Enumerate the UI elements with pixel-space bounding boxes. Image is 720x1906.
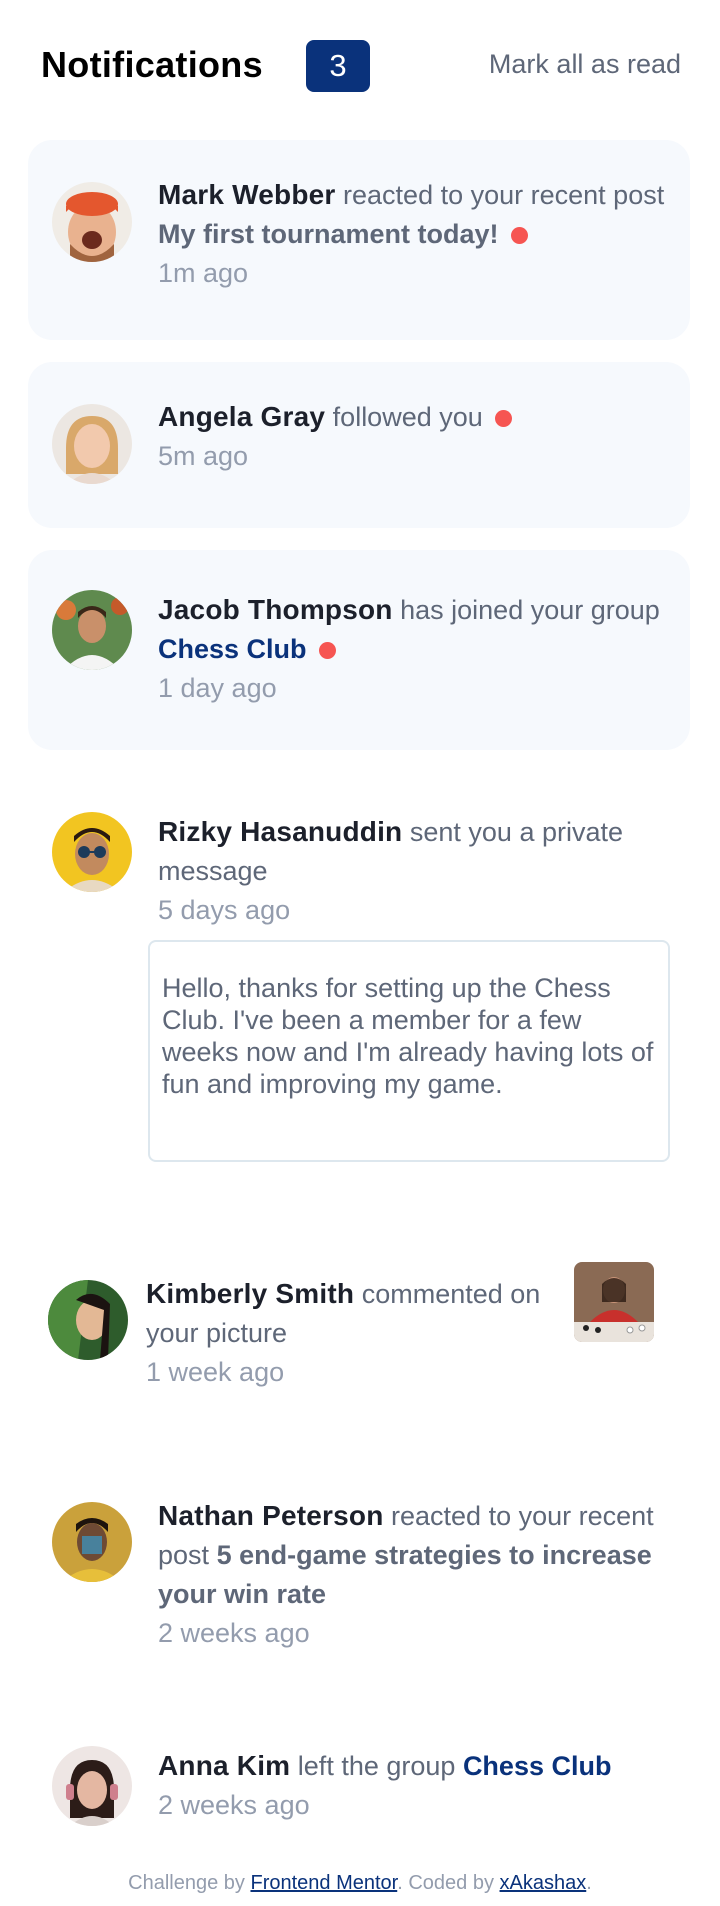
user-name-link[interactable]: Mark Webber xyxy=(158,179,336,210)
post-link[interactable]: 5 end-game strategies to increase your w… xyxy=(158,1540,652,1609)
notification-text: Jacob Thompson has joined your group Che… xyxy=(158,590,668,708)
author-link[interactable]: xAkashax xyxy=(500,1872,587,1894)
user-name-link[interactable]: Anna Kim xyxy=(158,1750,290,1781)
notification-item[interactable]: Anna Kim left the group Chess Club 2 wee… xyxy=(28,1720,690,1860)
action-text: followed you xyxy=(332,402,483,432)
timestamp: 2 weeks ago xyxy=(158,1618,310,1648)
notification-text: Nathan Peterson reacted to your recent p… xyxy=(158,1496,678,1653)
user-name-link[interactable]: Kimberly Smith xyxy=(146,1278,354,1309)
attribution-footer: Challenge by Frontend Mentor. Coded by x… xyxy=(0,1872,720,1895)
avatar-icon xyxy=(48,1280,128,1360)
footer-suffix: . xyxy=(586,1872,592,1894)
mark-all-read-button[interactable]: Mark all as read xyxy=(489,49,681,80)
unread-dot-icon xyxy=(494,410,512,428)
user-name-link[interactable]: Rizky Hasanuddin xyxy=(158,816,402,847)
avatar-icon xyxy=(52,812,132,892)
timestamp: 1 week ago xyxy=(146,1357,285,1387)
footer-middle: . Coded by xyxy=(397,1872,494,1894)
timestamp: 5m ago xyxy=(158,441,249,471)
timestamp: 5 days ago xyxy=(158,895,291,925)
notification-item[interactable]: Mark Webber reacted to your recent post … xyxy=(28,140,690,340)
group-link[interactable]: Chess Club xyxy=(158,634,307,664)
avatar-icon xyxy=(52,1502,132,1582)
commented-picture[interactable] xyxy=(574,1262,654,1342)
frontend-mentor-link[interactable]: Frontend Mentor xyxy=(250,1872,397,1894)
timestamp: 1m ago xyxy=(158,258,249,288)
unread-count-badge: 3 xyxy=(306,40,370,92)
avatar-icon xyxy=(52,590,132,670)
avatar-icon xyxy=(52,182,132,262)
footer-prefix: Challenge by xyxy=(128,1872,245,1894)
post-link[interactable]: My first tournament today! xyxy=(158,219,499,249)
group-link[interactable]: Chess Club xyxy=(463,1751,612,1781)
user-name-link[interactable]: Nathan Peterson xyxy=(158,1500,384,1531)
page-header: Notifications 3 Mark all as read xyxy=(41,40,681,92)
notification-text: Mark Webber reacted to your recent post … xyxy=(158,175,668,293)
notification-text: Angela Gray followed you 5m ago xyxy=(158,397,668,476)
page-title: Notifications xyxy=(41,44,263,85)
timestamp: 1 day ago xyxy=(158,673,277,703)
user-name-link[interactable]: Jacob Thompson xyxy=(158,594,393,625)
notification-text: Rizky Hasanuddin sent you a private mess… xyxy=(158,812,678,930)
notification-item[interactable]: Nathan Peterson reacted to your recent p… xyxy=(28,1456,690,1648)
avatar-icon xyxy=(52,404,132,484)
notification-item[interactable]: Jacob Thompson has joined your group Che… xyxy=(28,550,690,750)
private-message-preview[interactable]: Hello, thanks for setting up the Chess C… xyxy=(148,940,670,1162)
notification-text: Anna Kim left the group Chess Club 2 wee… xyxy=(158,1746,678,1825)
action-text: reacted to your recent post xyxy=(343,180,665,210)
notification-text: Kimberly Smith commented on your picture… xyxy=(146,1274,566,1392)
notification-item[interactable]: Angela Gray followed you 5m ago xyxy=(28,362,690,528)
action-text: has joined your group xyxy=(400,595,660,625)
unread-dot-icon xyxy=(318,642,336,660)
user-name-link[interactable]: Angela Gray xyxy=(158,401,325,432)
timestamp: 2 weeks ago xyxy=(158,1790,310,1820)
avatar-icon xyxy=(52,1746,132,1826)
action-text: left the group xyxy=(297,1751,456,1781)
unread-dot-icon xyxy=(510,227,528,245)
